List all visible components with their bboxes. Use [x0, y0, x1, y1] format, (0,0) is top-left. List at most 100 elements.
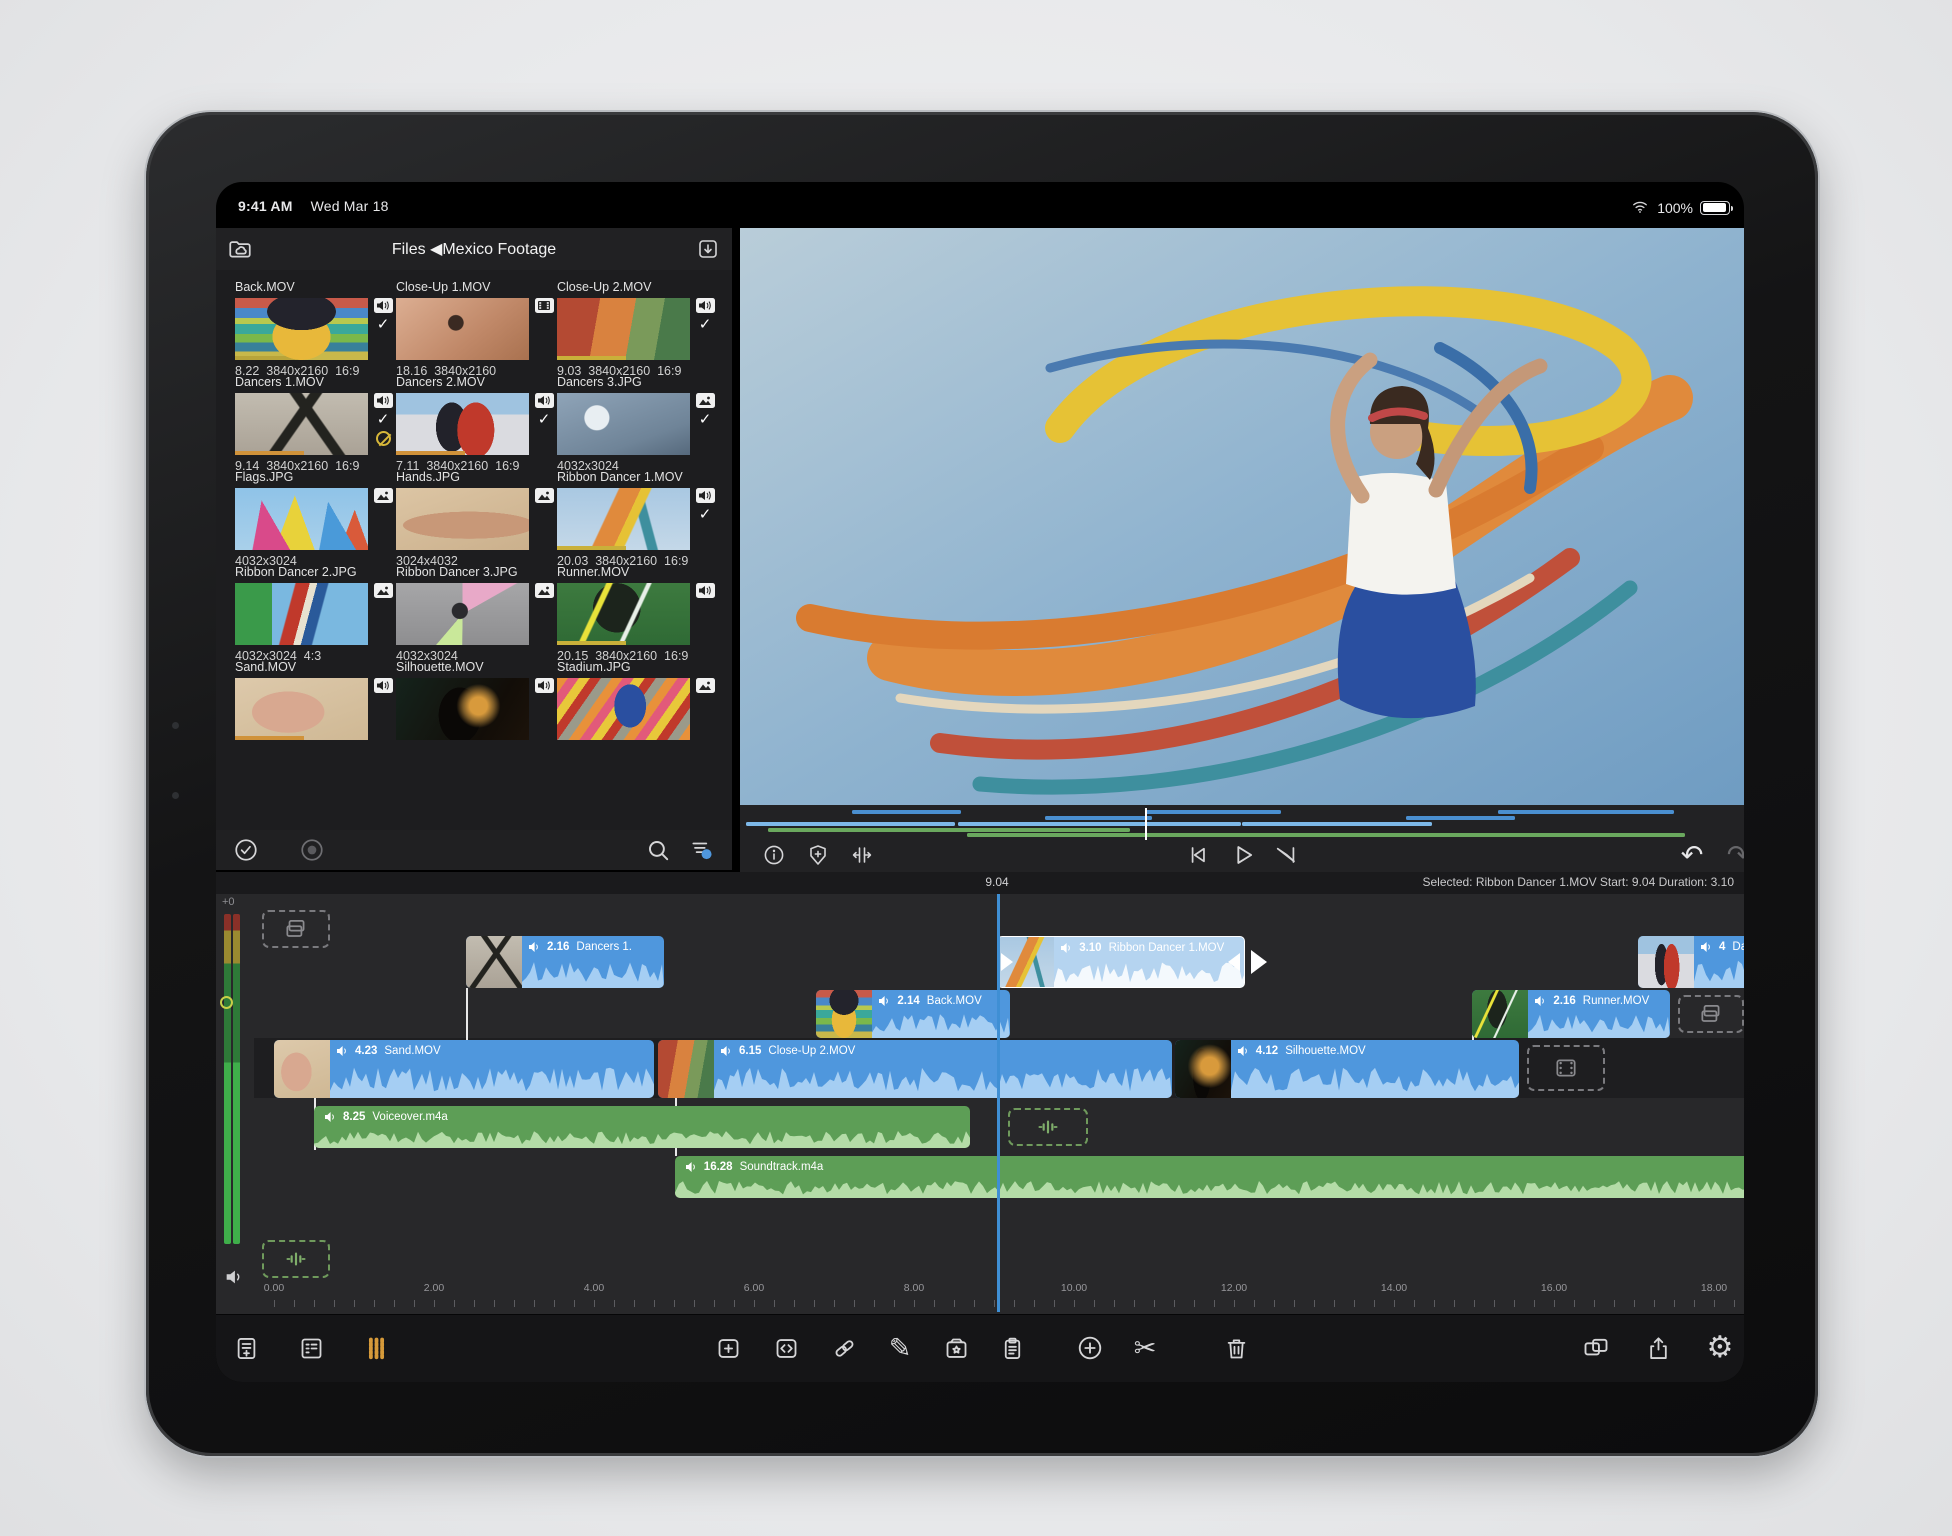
playhead[interactable] [997, 894, 1000, 1312]
media-thumbnail[interactable] [235, 393, 368, 455]
media-thumbnail[interactable] [396, 298, 529, 360]
select-all-icon[interactable] [229, 834, 263, 866]
media-thumbnail[interactable] [235, 298, 368, 360]
media-thumbnail[interactable] [557, 298, 690, 360]
timeline-clip-back-mov[interactable]: 2.14Back.MOV [816, 990, 1010, 1038]
transitions-button[interactable] [935, 1327, 977, 1369]
media-item-hands[interactable]: Hands.JPG3024x4032 [396, 470, 556, 568]
trim-handle-right[interactable] [1228, 953, 1240, 971]
media-library-panel: Files ◀Mexico Footage Back.MOV✓8.22 3840… [216, 228, 732, 870]
media-item-stadium[interactable]: Stadium.JPG [557, 660, 717, 744]
scrubber-playhead[interactable] [1145, 808, 1147, 840]
clip-label: 4.23Sand.MOV [336, 1045, 650, 1057]
preview-video[interactable] [740, 228, 1744, 805]
audio-mixer-button[interactable] [355, 1327, 397, 1369]
search-icon[interactable] [641, 834, 675, 866]
timeline-clip-close-up-2-mov[interactable]: 6.15Close-Up 2.MOV [658, 1040, 1172, 1098]
media-item-name: Back.MOV [235, 280, 395, 295]
timeline-clip-silhouette-mov[interactable]: 4.12Silhouette.MOV [1175, 1040, 1519, 1098]
media-thumbnail[interactable] [557, 393, 690, 455]
media-badges [371, 583, 395, 645]
media-thumbnail[interactable] [396, 678, 529, 740]
library-breadcrumb[interactable]: Files ◀Mexico Footage [216, 239, 732, 259]
clip-waveform [330, 1066, 654, 1098]
media-item-flags[interactable]: Flags.JPG4032x3024 [235, 470, 395, 568]
timeline-clip-runner-mov[interactable]: 2.16Runner.MOV [1472, 990, 1670, 1038]
media-item-name: Dancers 1.MOV [235, 375, 395, 390]
media-item-runner[interactable]: Runner.MOV20.15 3840x2160 16:9 [557, 565, 717, 663]
settings-button[interactable]: ⚙ [1699, 1327, 1741, 1369]
media-item-dancers1[interactable]: Dancers 1.MOV✓9.14 3840x2160 16:9 [235, 375, 395, 473]
edit-pencil-button[interactable]: ✎ [879, 1327, 921, 1369]
record-icon[interactable] [295, 834, 329, 866]
import-icon[interactable] [692, 234, 724, 264]
media-thumbnail[interactable] [235, 488, 368, 550]
media-thumbnail[interactable] [557, 678, 690, 740]
media-item-dancers2[interactable]: Dancers 2.MOV✓7.11 3840x2160 16:9 [396, 375, 556, 473]
project-manager-button[interactable] [290, 1327, 332, 1369]
media-item-dancers3[interactable]: Dancers 3.JPG✓4032x3024 [557, 375, 717, 473]
clip-waveform [314, 1130, 970, 1148]
usage-bar [235, 356, 304, 360]
usage-bar [235, 736, 304, 740]
media-item-ribbon2[interactable]: Ribbon Dancer 2.JPG4032x3024 4:3 [235, 565, 395, 663]
battery-percent: 100% [1657, 200, 1693, 216]
timeline-clip-sand-mov[interactable]: 4.23Sand.MOV [274, 1040, 654, 1098]
track2-drop-zone[interactable] [1678, 995, 1744, 1033]
audio-track-drop-zone[interactable] [262, 1240, 330, 1278]
gain-knob[interactable] [220, 996, 233, 1009]
previous-button[interactable] [1180, 841, 1216, 869]
undo-button[interactable]: ↶ [1674, 841, 1710, 869]
preview-controls: ↶↷ [740, 805, 1744, 872]
media-item-ribbon3[interactable]: Ribbon Dancer 3.JPG4032x3024 [396, 565, 556, 663]
dual-display-button[interactable] [1575, 1327, 1617, 1369]
marker-add-button[interactable] [800, 841, 836, 869]
split-button[interactable]: ✂ [1124, 1327, 1166, 1369]
next-button[interactable] [1270, 841, 1306, 869]
trim-handle-left[interactable] [1001, 953, 1013, 971]
timeline-clip-voiceover-m4a[interactable]: 8.25Voiceover.m4a [314, 1106, 970, 1148]
media-thumbnail[interactable] [235, 678, 368, 740]
timeline-clip-dancers-2-mov[interactable]: 4Dancers 2.MOV [1638, 936, 1744, 988]
media-thumbnail[interactable] [396, 488, 529, 550]
delete-button[interactable] [1215, 1327, 1257, 1369]
voiceover-drop-zone[interactable] [1008, 1108, 1088, 1146]
play-button[interactable] [1225, 841, 1261, 869]
clipboard-button[interactable] [991, 1327, 1033, 1369]
av-icon [374, 393, 393, 408]
media-item-name: Runner.MOV [557, 565, 717, 580]
media-thumbnail[interactable] [557, 583, 690, 645]
media-item-closeup1[interactable]: Close-Up 1.MOV18.16 3840x2160 [396, 280, 556, 378]
main-track-drop-zone[interactable] [1527, 1045, 1605, 1091]
info-button[interactable] [756, 841, 792, 869]
overlay-track-drop-zone[interactable] [262, 910, 330, 948]
media-item-name: Stadium.JPG [557, 660, 717, 675]
overwrite-button[interactable] [765, 1327, 807, 1369]
speaker-icon[interactable] [223, 1266, 245, 1293]
clip-label: 2.16Dancers 1. [528, 941, 660, 953]
media-item-silhouette[interactable]: Silhouette.MOV [396, 660, 556, 744]
sort-icon[interactable] [685, 834, 719, 866]
media-thumbnail[interactable] [396, 393, 529, 455]
link-button[interactable] [823, 1327, 865, 1369]
media-item-back[interactable]: Back.MOV✓8.22 3840x2160 16:9 [235, 280, 395, 378]
trim-button[interactable] [844, 841, 880, 869]
scrubber-segment [1406, 816, 1515, 820]
timeline-clip-ribbon-dancer-1-mov[interactable]: 3.10Ribbon Dancer 1.MOV [997, 936, 1245, 988]
extend-handle[interactable] [1251, 950, 1267, 974]
media-thumbnail[interactable] [396, 583, 529, 645]
media-thumbnail[interactable] [235, 583, 368, 645]
media-item-ribbon1[interactable]: Ribbon Dancer 1.MOV✓20.03 3840x2160 16:9 [557, 470, 717, 568]
front-camera [172, 722, 179, 729]
media-item-sand[interactable]: Sand.MOV [235, 660, 395, 744]
insert-button[interactable] [707, 1327, 749, 1369]
timeline-clip-dancers-1-[interactable]: 2.16Dancers 1. [466, 936, 664, 988]
share-button[interactable] [1637, 1327, 1679, 1369]
add-button[interactable] [1069, 1327, 1111, 1369]
redo-button[interactable]: ↷ [1720, 841, 1744, 869]
overview-scrubber[interactable] [746, 810, 1738, 838]
add-media-button[interactable] [225, 1327, 267, 1369]
media-item-closeup2[interactable]: Close-Up 2.MOV✓9.03 3840x2160 16:9 [557, 280, 717, 378]
timeline-clip-soundtrack-m4a[interactable]: 16.28Soundtrack.m4a [675, 1156, 1744, 1198]
media-thumbnail[interactable] [557, 488, 690, 550]
